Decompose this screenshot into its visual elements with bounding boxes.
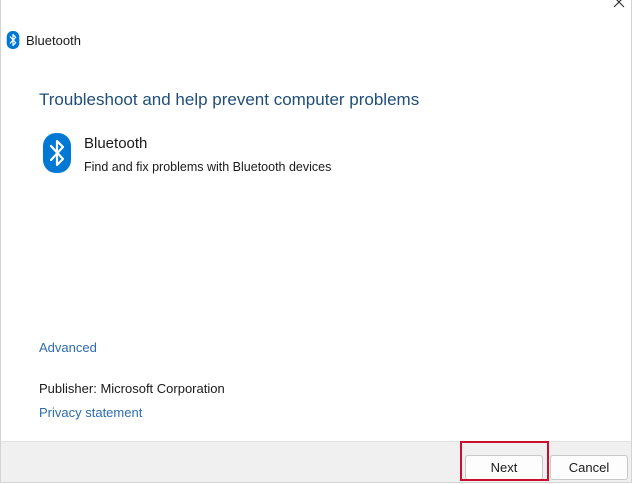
publisher-info: Publisher: Microsoft Corporation	[39, 381, 225, 396]
troubleshooter-item-bluetooth: Bluetooth Find and fix problems with Blu…	[43, 131, 463, 177]
window-title: Bluetooth	[26, 33, 81, 48]
bluetooth-icon	[6, 31, 20, 49]
privacy-statement-link[interactable]: Privacy statement	[39, 405, 142, 420]
item-description: Find and fix problems with Bluetooth dev…	[84, 160, 332, 174]
item-title: Bluetooth	[84, 135, 148, 152]
publisher-label: Publisher:	[39, 381, 97, 396]
troubleshooter-window: Bluetooth Troubleshoot and help prevent …	[0, 0, 632, 483]
close-icon[interactable]	[611, 0, 627, 10]
button-bar: Next Cancel	[1, 441, 631, 482]
advanced-link[interactable]: Advanced	[39, 340, 97, 355]
bluetooth-icon	[43, 133, 71, 173]
publisher-value: Microsoft Corporation	[100, 381, 225, 396]
page-heading: Troubleshoot and help prevent computer p…	[39, 90, 420, 109]
title-bar: Bluetooth	[1, 0, 631, 72]
cancel-button[interactable]: Cancel	[550, 455, 628, 480]
next-button[interactable]: Next	[465, 455, 543, 480]
